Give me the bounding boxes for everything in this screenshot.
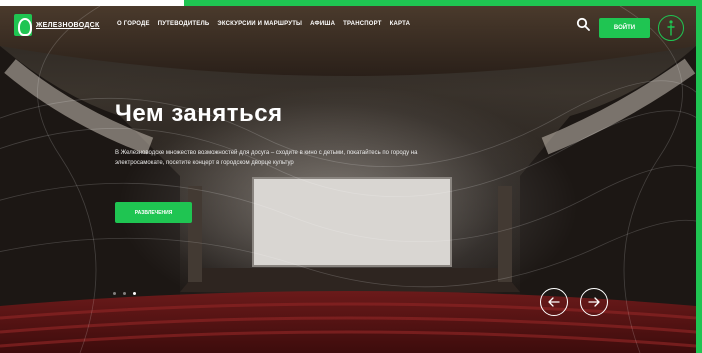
site-logo[interactable]: ЖЕЛЕЗНОВОДСК <box>14 12 104 38</box>
entertainment-button[interactable]: РАЗВЛЕЧЕНИЯ <box>115 202 192 223</box>
search-icon[interactable] <box>576 17 590 31</box>
slider-dots <box>113 292 136 295</box>
slider-dot-1[interactable] <box>113 292 116 295</box>
hero-title: Чем заняться <box>115 100 283 127</box>
nav-item-guide[interactable]: ПУТЕВОДИТЕЛЬ <box>158 21 210 27</box>
arrow-left-icon <box>548 297 560 307</box>
login-button[interactable]: ВОЙТИ <box>599 18 650 38</box>
site-header: ЖЕЛЕЗНОВОДСК О ГОРОДЕ ПУТЕВОДИТЕЛЬ ЭКСКУ… <box>0 6 696 44</box>
nav-item-transport[interactable]: ТРАНСПОРТ <box>343 21 382 27</box>
arrow-right-icon <box>588 297 600 307</box>
slider-dot-2[interactable] <box>123 292 126 295</box>
accessibility-icon <box>667 20 675 36</box>
nav-item-about-city[interactable]: О ГОРОДЕ <box>117 21 150 27</box>
main-nav: О ГОРОДЕ ПУТЕВОДИТЕЛЬ ЭКСКУРСИИ И МАРШРУ… <box>117 21 410 27</box>
slider-dot-3[interactable] <box>133 292 136 295</box>
slider-next-button[interactable] <box>580 288 608 316</box>
logo-mark-icon <box>14 14 32 36</box>
accessibility-button[interactable] <box>658 15 684 41</box>
hero-description: В Железноводске множество возможностей д… <box>115 150 418 166</box>
accent-frame-right <box>696 0 702 353</box>
logo-text: ЖЕЛЕЗНОВОДСК <box>36 21 100 29</box>
slider-prev-button[interactable] <box>540 288 568 316</box>
nav-item-map[interactable]: КАРТА <box>390 21 411 27</box>
hero-section: ЖЕЛЕЗНОВОДСК О ГОРОДЕ ПУТЕВОДИТЕЛЬ ЭКСКУ… <box>0 6 696 353</box>
nav-item-excursions-routes[interactable]: ЭКСКУРСИИ И МАРШРУТЫ <box>217 21 302 27</box>
nav-item-events[interactable]: АФИША <box>310 21 335 27</box>
